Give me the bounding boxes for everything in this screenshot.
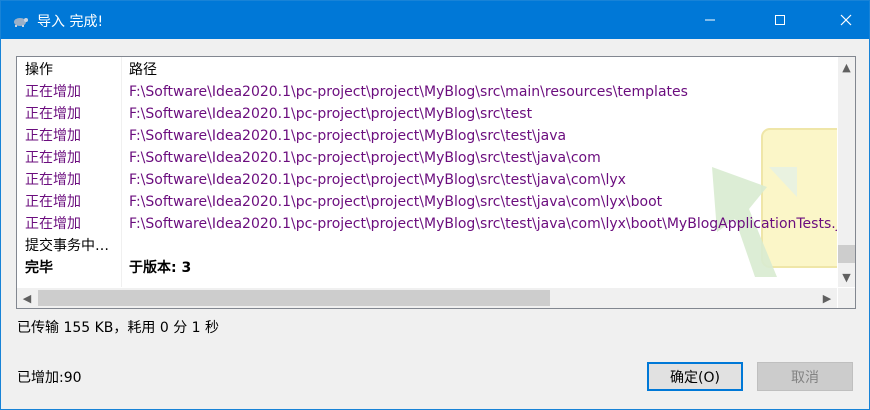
row-path: F:\Software\Idea2020.1\pc-project\projec… [129, 84, 688, 100]
horizontal-scroll-thumb[interactable] [38, 290, 550, 306]
row-action: 正在增加 [25, 106, 81, 122]
close-button[interactable] [823, 1, 869, 39]
tortoise-app-icon [11, 11, 29, 29]
row-path: F:\Software\Idea2020.1\pc-project\projec… [129, 216, 837, 232]
ok-button[interactable]: 确定(O) [647, 362, 743, 391]
row-action: 正在增加 [25, 172, 81, 188]
added-count: 已增加:90 [17, 370, 82, 386]
import-complete-dialog: 导入 完成! 操作 路径 正在增加 F:\Software\Idea2020.1… [0, 0, 870, 410]
title-bar[interactable]: 导入 完成! [1, 1, 869, 39]
maximize-icon [775, 15, 785, 25]
row-action: 正在增加 [25, 150, 81, 166]
close-icon [840, 14, 852, 26]
table-row[interactable]: 完毕 于版本: 3 [17, 257, 837, 279]
table-header: 操作 路径 [17, 59, 837, 81]
row-action: 正在增加 [25, 128, 81, 144]
table-row[interactable]: 正在增加 F:\Software\Idea2020.1\pc-project\p… [17, 103, 837, 125]
minimize-icon [705, 19, 715, 21]
window-title: 导入 完成! [37, 14, 104, 30]
row-path: F:\Software\Idea2020.1\pc-project\projec… [129, 128, 567, 144]
table-row[interactable]: 正在增加 F:\Software\Idea2020.1\pc-project\p… [17, 191, 837, 213]
row-action: 提交事务中… [25, 238, 109, 254]
scroll-up-icon[interactable]: ▲ [838, 57, 855, 77]
row-action: 正在增加 [25, 84, 81, 100]
row-path: 于版本: 3 [129, 260, 192, 276]
scroll-down-icon[interactable]: ▼ [838, 267, 855, 287]
row-path: F:\Software\Idea2020.1\pc-project\projec… [129, 150, 601, 166]
transfer-status: 已传输 155 KB，耗用 0 分 1 秒 [17, 320, 220, 336]
log-list[interactable]: 操作 路径 正在增加 F:\Software\Idea2020.1\pc-pro… [16, 56, 856, 309]
vertical-scroll-thumb[interactable] [838, 245, 855, 263]
vertical-scrollbar[interactable]: ▲ ▼ [838, 57, 855, 287]
row-path: F:\Software\Idea2020.1\pc-project\projec… [129, 172, 626, 188]
header-action[interactable]: 操作 [25, 59, 53, 81]
minimize-button[interactable] [687, 1, 733, 39]
header-path[interactable]: 路径 [129, 59, 157, 81]
scroll-right-icon[interactable]: ▶ [817, 288, 837, 308]
log-rows: 操作 路径 正在增加 F:\Software\Idea2020.1\pc-pro… [17, 57, 837, 287]
row-action: 正在增加 [25, 194, 81, 210]
scrollbar-corner [838, 288, 855, 308]
table-row[interactable]: 正在增加 F:\Software\Idea2020.1\pc-project\p… [17, 147, 837, 169]
row-action: 完毕 [25, 260, 53, 276]
row-path: F:\Software\Idea2020.1\pc-project\projec… [129, 194, 663, 210]
table-row[interactable]: 正在增加 F:\Software\Idea2020.1\pc-project\p… [17, 81, 837, 103]
table-row[interactable]: 正在增加 F:\Software\Idea2020.1\pc-project\p… [17, 169, 837, 191]
scroll-left-icon[interactable]: ◀ [17, 288, 37, 308]
cancel-button[interactable]: 取消 [757, 362, 853, 391]
maximize-button[interactable] [757, 1, 803, 39]
horizontal-scrollbar[interactable]: ◀ ▶ [17, 288, 837, 308]
table-row[interactable]: 正在增加 F:\Software\Idea2020.1\pc-project\p… [17, 213, 837, 235]
table-row[interactable]: 正在增加 F:\Software\Idea2020.1\pc-project\p… [17, 125, 837, 147]
row-path: F:\Software\Idea2020.1\pc-project\projec… [129, 106, 533, 122]
table-row[interactable]: 提交事务中… [17, 235, 837, 257]
row-action: 正在增加 [25, 216, 81, 232]
